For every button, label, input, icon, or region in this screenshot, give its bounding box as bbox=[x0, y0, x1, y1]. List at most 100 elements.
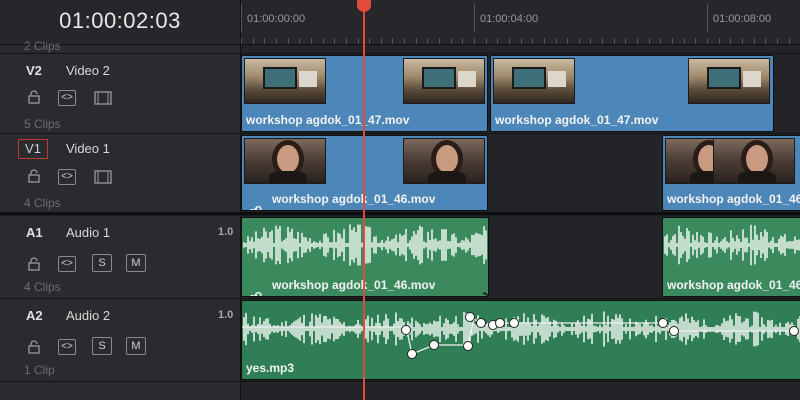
clip-count: 5 Clips bbox=[24, 117, 61, 131]
keyframe-point[interactable] bbox=[465, 312, 475, 322]
link-clips-icon[interactable]: <> bbox=[58, 339, 76, 355]
clip-thumbnail bbox=[403, 58, 485, 104]
track-volume[interactable]: 1.0 bbox=[218, 226, 233, 238]
ruler-label: 01:00:04:00 bbox=[480, 13, 539, 25]
video-audio-divider bbox=[0, 212, 800, 215]
timecode[interactable]: 01:00:02:03 bbox=[0, 8, 240, 34]
track-id-target[interactable]: V1 bbox=[18, 139, 48, 159]
solo-button[interactable]: S bbox=[92, 254, 112, 272]
ruler-tick bbox=[404, 38, 405, 44]
track-divider bbox=[0, 53, 800, 54]
track-header-a2[interactable]: A2 Audio 2 1.0 <> S M 1 Clip bbox=[0, 299, 241, 381]
ruler-tick bbox=[544, 38, 545, 44]
ruler-tick bbox=[241, 4, 242, 32]
ruler-label: 01:00:00:00 bbox=[247, 13, 306, 25]
clip-label: workshop agdok_01_46.mov bbox=[667, 278, 800, 292]
ruler-tick bbox=[509, 38, 510, 44]
keyframe-point[interactable] bbox=[495, 318, 505, 328]
timeline-ruler[interactable]: 01:00:00:00 01:00:04:00 01:00:08:00 bbox=[241, 0, 800, 45]
ruler-tick bbox=[416, 38, 417, 44]
ruler-tick bbox=[392, 38, 393, 44]
track-id: V2 bbox=[26, 63, 42, 78]
clip-label: workshop agdok_01_46.mov bbox=[272, 278, 436, 292]
ruler-tick bbox=[742, 38, 743, 44]
ruler-tick bbox=[497, 38, 498, 44]
ruler-tick bbox=[707, 38, 708, 44]
clip-thumbnail bbox=[244, 58, 326, 104]
ruler-tick bbox=[754, 38, 755, 44]
audio-clip[interactable]: workshop agdok_01_46.mov bbox=[241, 217, 489, 297]
mute-button[interactable]: M bbox=[126, 337, 146, 355]
ruler-tick bbox=[730, 38, 731, 44]
ruler-tick bbox=[346, 38, 347, 44]
ruler-tick bbox=[567, 38, 568, 44]
track-divider bbox=[0, 381, 800, 382]
link-clips-icon[interactable]: <> bbox=[58, 169, 76, 185]
keyframe-point[interactable] bbox=[401, 325, 411, 335]
track-lane-bottom bbox=[241, 382, 800, 400]
keyframe-point[interactable] bbox=[789, 326, 799, 336]
solo-button[interactable]: S bbox=[92, 337, 112, 355]
clip-count: 1 Clip bbox=[24, 363, 55, 377]
ruler-tick bbox=[451, 38, 452, 44]
clip-label: workshop agdok_01_47.mov bbox=[246, 113, 410, 127]
mute-button[interactable]: M bbox=[126, 254, 146, 272]
ruler-tick bbox=[462, 38, 463, 44]
track-header-v1[interactable]: V1 Video 1 <> 4 Clips bbox=[0, 134, 241, 212]
keyframe-point[interactable] bbox=[509, 318, 519, 328]
ruler-tick bbox=[323, 38, 324, 44]
clip-thumbnail bbox=[713, 138, 795, 184]
track-header-a1[interactable]: A1 Audio 1 1.0 <> S M 4 Clips bbox=[0, 216, 241, 298]
ruler-tick bbox=[707, 4, 708, 32]
audio-clip[interactable]: yes.mp3 bbox=[241, 300, 800, 380]
ruler-tick bbox=[625, 38, 626, 44]
ruler-tick bbox=[637, 38, 638, 44]
track-header-v2[interactable]: V2 Video 2 <> 5 Clips bbox=[0, 54, 241, 133]
audio-clip[interactable]: workshop agdok_01_46.mov bbox=[662, 217, 800, 297]
ruler-tick bbox=[299, 38, 300, 44]
clip-label: workshop agdok_01_46.mov bbox=[272, 192, 436, 206]
link-clips-icon[interactable]: <> bbox=[58, 256, 76, 272]
clip-thumbnail bbox=[493, 58, 575, 104]
ruler-tick bbox=[369, 38, 370, 44]
keyframe-point[interactable] bbox=[476, 318, 486, 328]
link-clips-icon[interactable]: <> bbox=[58, 90, 76, 106]
ruler-tick bbox=[695, 38, 696, 44]
track-id: A1 bbox=[26, 225, 43, 240]
ruler-tick bbox=[602, 38, 603, 44]
ruler-tick bbox=[532, 38, 533, 44]
track-volume[interactable]: 1.0 bbox=[218, 309, 233, 321]
ruler-tick bbox=[264, 38, 265, 44]
track-header-bottom bbox=[0, 382, 241, 400]
ruler-tick bbox=[381, 38, 382, 44]
video-clip[interactable]: workshop agdok_01_47.mov bbox=[490, 55, 774, 132]
ruler-tick bbox=[486, 38, 487, 44]
ruler-tick bbox=[649, 38, 650, 44]
clip-count: 2 Clips bbox=[24, 39, 61, 53]
track-header-top: 2 Clips bbox=[0, 39, 241, 53]
track-name[interactable]: Audio 1 bbox=[66, 225, 110, 240]
keyframe-point[interactable] bbox=[669, 326, 679, 336]
waveform bbox=[664, 224, 800, 266]
track-name[interactable]: Audio 2 bbox=[66, 308, 110, 323]
volume-keyframes[interactable] bbox=[242, 301, 800, 380]
ruler-tick bbox=[765, 38, 766, 44]
keyframe-point[interactable] bbox=[463, 341, 473, 351]
ruler-tick bbox=[521, 38, 522, 44]
track-name[interactable]: Video 2 bbox=[66, 63, 110, 78]
playhead[interactable] bbox=[363, 8, 365, 400]
clip-label: workshop agdok_01_46.mov bbox=[667, 192, 800, 206]
clip-thumbnail bbox=[244, 138, 326, 184]
ruler-tick bbox=[556, 38, 557, 44]
clip-label: workshop agdok_01_47.mov bbox=[495, 113, 659, 127]
keyframe-point[interactable] bbox=[429, 340, 439, 350]
track-lane-top bbox=[241, 45, 800, 53]
ruler-tick bbox=[427, 38, 428, 44]
ruler-tick bbox=[288, 38, 289, 44]
keyframe-point[interactable] bbox=[407, 349, 417, 359]
track-id: A2 bbox=[26, 308, 43, 323]
keyframe-point[interactable] bbox=[658, 318, 668, 328]
track-name[interactable]: Video 1 bbox=[66, 141, 110, 156]
ruler-tick bbox=[241, 38, 242, 44]
video-clip[interactable]: workshop agdok_01_46.mov bbox=[662, 135, 800, 211]
